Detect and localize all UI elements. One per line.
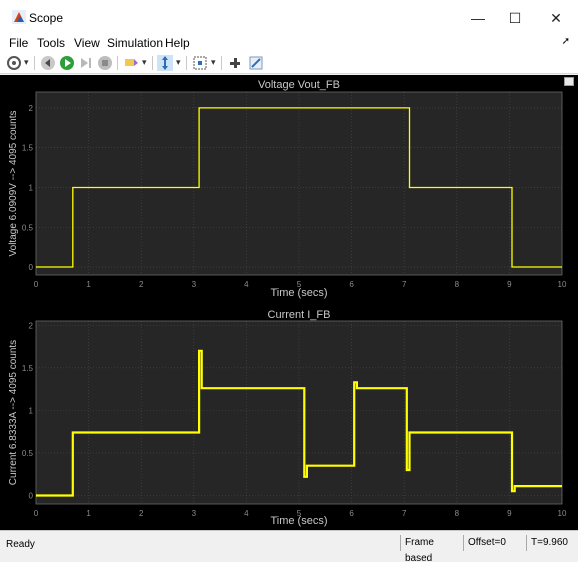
x-tick-label: 10 [558, 280, 567, 289]
x-tick-label: 3 [192, 280, 197, 289]
y-tick-label: 1 [29, 183, 34, 192]
close-button[interactable]: ✕ [536, 4, 576, 32]
menu-view[interactable]: View [74, 36, 100, 50]
menu-file[interactable]: File [9, 36, 28, 50]
menu-expand-icon[interactable]: ➚ [562, 36, 570, 47]
offset-status: Offset=0 [463, 535, 525, 551]
fit-view-icon[interactable] [192, 55, 208, 71]
scope-plots: 0 1 2 3 4 5 6 7 8 9 1000.511.52Voltage Vout_FBTime… [8, 79, 567, 527]
fit-view-dropdown-icon[interactable]: ▾ [211, 57, 216, 68]
scope-display[interactable]: 0 1 2 3 4 5 6 7 8 9 10 0 0.5 1 1.5 2 Voltage Vout_FB Time… [0, 75, 578, 530]
maximize-button[interactable]: ☐ [495, 4, 535, 32]
x-tick-label: 9 [507, 509, 512, 518]
run-icon[interactable] [59, 55, 75, 71]
minimize-icon: — [471, 10, 485, 26]
x-tick-label: 0 [34, 280, 39, 289]
scope-app-icon [12, 10, 26, 24]
status-bar: Ready Frame based Offset=0 T=9.960 [0, 530, 578, 564]
highlight-icon[interactable] [123, 55, 139, 71]
zoom-icon[interactable] [157, 55, 173, 71]
x-axis-label: Time (secs) [270, 287, 327, 299]
x-tick-label: 8 [455, 280, 460, 289]
minimize-button[interactable]: — [458, 4, 498, 32]
x-tick-label: 7 [402, 280, 407, 289]
close-icon: ✕ [550, 9, 562, 26]
toolbar-separator [34, 56, 35, 70]
step-back-icon[interactable] [40, 55, 56, 71]
y-tick-label: 0 [29, 263, 34, 272]
settings-dropdown-icon[interactable]: ▾ [24, 57, 29, 68]
settings-icon[interactable] [6, 55, 22, 71]
x-tick-label: 6 [349, 280, 354, 289]
x-tick-label: 1 [86, 509, 91, 518]
y-tick-label: 1 [29, 406, 34, 415]
maximize-icon: ☐ [508, 9, 522, 26]
y-tick-label: 2 [29, 104, 34, 113]
plot-title: Voltage Vout_FB [258, 79, 340, 91]
toolbar-separator [117, 56, 118, 70]
x-tick-label: 0 [34, 509, 39, 518]
stop-icon[interactable] [97, 55, 113, 71]
status-text: Ready [6, 539, 35, 550]
menu-tools[interactable]: Tools [37, 36, 65, 50]
toolbar: ▾ ▾ ▾ ▾ [0, 52, 578, 74]
x-tick-label: 8 [455, 509, 460, 518]
menu-bar: File Tools View Simulation Help ➚ [0, 34, 578, 52]
x-tick-label: 4 [244, 509, 249, 518]
menu-help[interactable]: Help [165, 36, 190, 50]
x-tick-label: 6 [349, 509, 354, 518]
time-status: T=9.960 [526, 535, 578, 551]
y-tick-label: 0.5 [22, 449, 34, 458]
scope-window: Scope — ☐ ✕ File Tools View Simulation H… [0, 0, 578, 564]
toolbar-separator [152, 56, 153, 70]
x-tick-label: 2 [139, 509, 144, 518]
zoom-dropdown-icon[interactable]: ▾ [176, 57, 181, 68]
title-bar: Scope — ☐ ✕ [0, 0, 578, 34]
y-tick-label: 0.5 [22, 223, 34, 232]
toolbar-separator [186, 56, 187, 70]
x-tick-label: 4 [244, 280, 249, 289]
highlight-dropdown-icon[interactable]: ▾ [142, 57, 147, 68]
restore-layout-button[interactable] [564, 77, 574, 86]
y-tick-label: 2 [29, 321, 34, 330]
edit-icon[interactable] [248, 55, 264, 71]
y-tick-label: 0 [29, 491, 34, 500]
step-forward-icon[interactable] [78, 55, 94, 71]
x-tick-label: 10 [558, 509, 567, 518]
x-tick-label: 3 [192, 509, 197, 518]
x-tick-label: 9 [507, 280, 512, 289]
x-axis-label: Time (secs) [270, 515, 327, 527]
x-tick-label: 7 [402, 509, 407, 518]
frame-mode-status: Frame based [400, 535, 462, 564]
window-title: Scope [29, 11, 64, 25]
toolbar-separator [221, 56, 222, 70]
plot-title: Current I_FB [268, 309, 331, 321]
menu-simulation[interactable]: Simulation [107, 36, 163, 50]
y-axis-label: Voltage 6.0909V --> 4095 counts [8, 111, 19, 257]
cursor-icon[interactable] [227, 55, 243, 71]
x-tick-label: 1 [86, 280, 91, 289]
y-tick-label: 1.5 [22, 364, 34, 373]
y-tick-label: 1.5 [22, 144, 34, 153]
y-axis-label: Current 6.8333A --> 4095 counts [8, 340, 19, 485]
x-tick-label: 2 [139, 280, 144, 289]
